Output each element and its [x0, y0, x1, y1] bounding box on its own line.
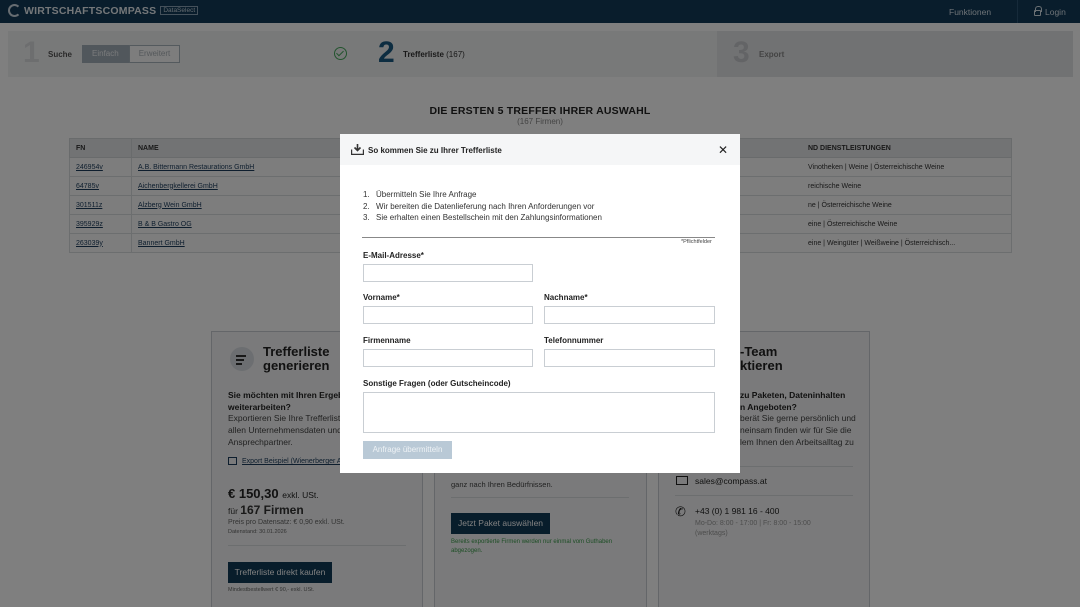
vorname-label: Vorname*	[363, 293, 400, 302]
fragen-label: Sonstige Fragen (oder Gutscheincode)	[363, 379, 511, 388]
email-field[interactable]	[363, 264, 533, 282]
nachname-label: Nachname*	[544, 293, 588, 302]
vorname-field[interactable]	[363, 306, 533, 324]
divider	[362, 237, 715, 238]
modal-title: So kommen Sie zu Ihrer Trefferliste	[368, 146, 502, 155]
list-item-text: Übermitteln Sie Ihre Anfrage	[376, 190, 477, 199]
telefon-label: Telefonnummer	[544, 336, 604, 345]
submit-request-button[interactable]: Anfrage übermitteln	[363, 441, 452, 459]
telefon-field[interactable]	[544, 349, 715, 367]
email-label: E-Mail-Adresse*	[363, 251, 424, 260]
close-icon[interactable]: ✕	[718, 143, 728, 157]
list-item: 2. Wir bereiten die Datenlieferung nach I…	[363, 201, 595, 211]
list-item-text: Sie erhalten einen Bestellschein mit den…	[376, 213, 602, 222]
modal-header: So kommen Sie zu Ihrer Trefferliste ✕	[340, 134, 740, 165]
list-item: 1. Übermitteln Sie Ihre Anfrage	[363, 190, 477, 199]
nachname-field[interactable]	[544, 306, 715, 324]
required-fields-note: *Pflichtfelder	[681, 239, 712, 245]
list-item: 3. Sie erhalten einen Bestellschein mit d…	[363, 213, 602, 222]
list-item-text: Wir bereiten die Datenlieferung nach Ihr…	[376, 201, 595, 211]
firmenname-field[interactable]	[363, 349, 533, 367]
download-icon	[351, 144, 364, 155]
fragen-textarea[interactable]	[363, 392, 715, 433]
firmenname-label: Firmenname	[363, 336, 411, 345]
request-modal: So kommen Sie zu Ihrer Trefferliste ✕ 1.…	[340, 134, 740, 473]
modal-steps-list: 1. Übermitteln Sie Ihre Anfrage 2. Wir ber…	[363, 189, 602, 224]
